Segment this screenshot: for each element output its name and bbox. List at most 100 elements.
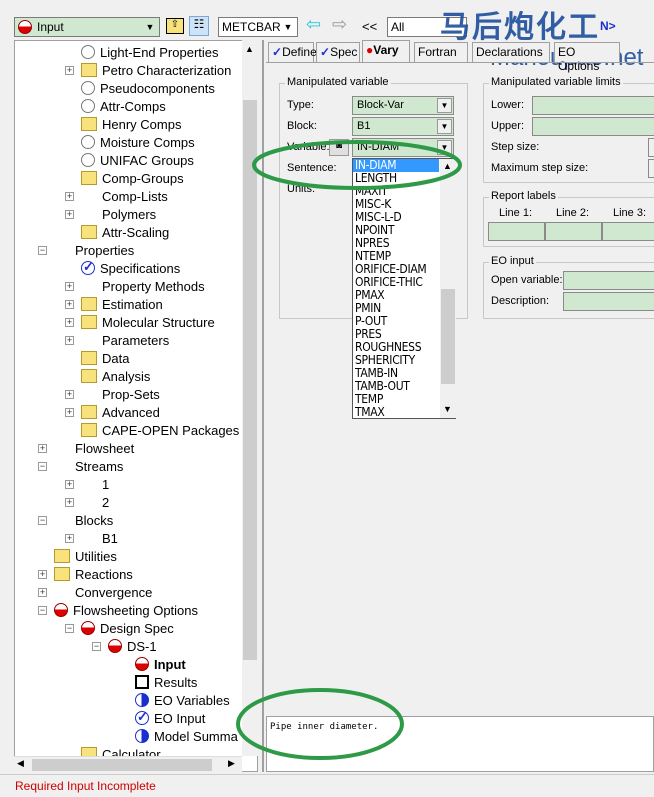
previous-button[interactable]: << — [362, 19, 377, 34]
collapse-icon[interactable]: − — [38, 606, 47, 615]
tree-item[interactable]: Data — [81, 349, 129, 367]
tree-item[interactable]: B1 — [81, 529, 118, 547]
expand-icon[interactable]: + — [65, 480, 74, 489]
scroll-thumb[interactable] — [441, 289, 455, 384]
tree-item[interactable]: EO Variables — [135, 691, 230, 709]
tree-item[interactable]: DS-1 — [108, 637, 157, 655]
expand-icon[interactable]: + — [65, 498, 74, 507]
collapse-icon[interactable]: − — [38, 246, 47, 255]
tree-item[interactable]: Moisture Comps — [81, 133, 195, 151]
splitter[interactable] — [262, 40, 264, 772]
variable-dropdown-list[interactable]: IN-DIAM LENGTH MAXIT MISC-K MISC-L-D NPOINT NP… — [352, 158, 456, 419]
description-input[interactable] — [563, 292, 654, 311]
forward-arrow-button[interactable]: ⇨ — [332, 14, 347, 35]
collapse-icon[interactable]: − — [38, 462, 47, 471]
block-select[interactable]: B1 ▼ — [352, 117, 454, 136]
upper-input[interactable] — [532, 117, 654, 136]
expand-icon[interactable]: + — [65, 300, 74, 309]
tree-item[interactable]: Input — [135, 655, 186, 673]
tree-item[interactable]: Henry Comps — [81, 115, 181, 133]
step-size-input[interactable] — [648, 138, 654, 157]
line1-input[interactable] — [488, 222, 545, 241]
collapse-icon[interactable]: − — [38, 516, 47, 525]
form-select[interactable]: Input ▼ — [14, 17, 160, 37]
scroll-left-icon[interactable]: ◀ — [17, 758, 24, 769]
tree-item[interactable]: Streams — [54, 457, 123, 475]
tree-item[interactable]: Property Methods — [81, 277, 205, 295]
tree-item[interactable]: Utilities — [54, 547, 117, 565]
open-variable-input[interactable] — [563, 271, 654, 290]
expand-icon[interactable]: + — [65, 318, 74, 327]
tree-item[interactable]: Pseudocomponents — [81, 79, 215, 97]
tree-item[interactable]: Model Summa — [135, 727, 238, 745]
scroll-thumb[interactable] — [243, 100, 257, 660]
tree-item[interactable]: 2 — [81, 493, 109, 511]
expand-icon[interactable]: + — [65, 390, 74, 399]
collapse-icon[interactable]: − — [92, 642, 101, 651]
tree-item[interactable]: Molecular Structure — [81, 313, 215, 331]
back-arrow-button[interactable]: ⇦ — [306, 14, 321, 35]
tab-eo-options[interactable]: EO Options — [554, 42, 620, 73]
tree-item[interactable]: Attr-Scaling — [81, 223, 169, 241]
dropdown-scrollbar[interactable]: ▲ ▼ — [440, 159, 456, 418]
line3-input[interactable] — [602, 222, 654, 241]
tree-item[interactable]: Properties — [54, 241, 134, 259]
tree-item[interactable]: Advanced — [81, 403, 160, 421]
tree-item[interactable]: Design Spec — [81, 619, 174, 637]
expand-icon[interactable]: + — [65, 192, 74, 201]
expand-icon[interactable]: + — [65, 336, 74, 345]
tree-item[interactable]: Analysis — [81, 367, 150, 385]
expand-icon[interactable]: + — [65, 408, 74, 417]
expand-icon[interactable]: + — [38, 444, 47, 453]
tree-item[interactable]: Flowsheeting Options — [54, 601, 198, 619]
folder-up-button[interactable]: ⇧ — [166, 18, 184, 34]
max-step-input[interactable] — [648, 159, 654, 178]
tree-item[interactable]: Reactions — [54, 565, 133, 583]
expand-icon[interactable]: + — [65, 210, 74, 219]
tree-item[interactable]: Flowsheet — [54, 439, 134, 457]
expand-icon[interactable]: + — [65, 282, 74, 291]
expand-icon[interactable]: + — [38, 588, 47, 597]
tree-item[interactable]: Petro Characterization — [81, 61, 231, 79]
tree-item[interactable]: Prop-Sets — [81, 385, 160, 403]
tab-fortran[interactable]: Fortran — [414, 42, 468, 62]
expand-icon[interactable]: + — [38, 570, 47, 579]
tree-item[interactable]: Attr-Comps — [81, 97, 166, 115]
tree-item[interactable]: Comp-Lists — [81, 187, 168, 205]
unit-set-select[interactable]: METCBAR ▼ — [218, 17, 298, 37]
line2-input[interactable] — [545, 222, 602, 241]
tree-item[interactable]: Specifications — [81, 259, 180, 277]
tree-item[interactable]: CAPE-OPEN Packages — [81, 421, 239, 439]
variable-select[interactable]: IN-DIAM ▼ — [352, 138, 454, 157]
tree-toggle-button[interactable]: ☷ — [189, 16, 209, 36]
expand-icon[interactable]: + — [65, 534, 74, 543]
tree-horizontal-scrollbar[interactable]: ◀ ▶ — [14, 756, 242, 772]
scroll-thumb[interactable] — [32, 759, 212, 771]
tab-declarations[interactable]: Declarations — [472, 42, 550, 62]
next-button[interactable]: N> — [600, 19, 616, 33]
tree-item[interactable]: Blocks — [54, 511, 113, 529]
tab-vary[interactable]: ●Vary — [362, 40, 410, 63]
tree-item[interactable]: Comp-Groups — [81, 169, 184, 187]
tree-vertical-scrollbar[interactable]: ▲ — [242, 40, 258, 756]
tree-item[interactable]: Polymers — [81, 205, 156, 223]
tree-item[interactable]: Estimation — [81, 295, 163, 313]
tab-spec[interactable]: ✓Spec — [316, 42, 360, 62]
scroll-up-icon[interactable]: ▲ — [443, 161, 452, 171]
tab-define[interactable]: ✓Define — [268, 42, 317, 62]
collapse-icon[interactable]: − — [65, 624, 74, 633]
tree-item[interactable]: Convergence — [54, 583, 152, 601]
scroll-down-icon[interactable]: ▼ — [443, 404, 452, 414]
tree-item[interactable]: Results — [135, 673, 197, 691]
type-select[interactable]: Block-Var ▼ — [352, 96, 454, 115]
lower-input[interactable] — [532, 96, 654, 115]
scroll-up-icon[interactable]: ▲ — [245, 44, 254, 54]
scroll-right-icon[interactable]: ▶ — [228, 758, 235, 769]
binoculars-icon[interactable]: ◙ — [329, 139, 349, 156]
tree-item[interactable]: 1 — [81, 475, 109, 493]
tree-item[interactable]: Light-End Properties — [81, 43, 219, 61]
tree-item[interactable]: Parameters — [81, 331, 169, 349]
tree-item[interactable]: EO Input — [135, 709, 205, 727]
expand-icon[interactable]: + — [65, 66, 74, 75]
tree-item[interactable]: UNIFAC Groups — [81, 151, 194, 169]
